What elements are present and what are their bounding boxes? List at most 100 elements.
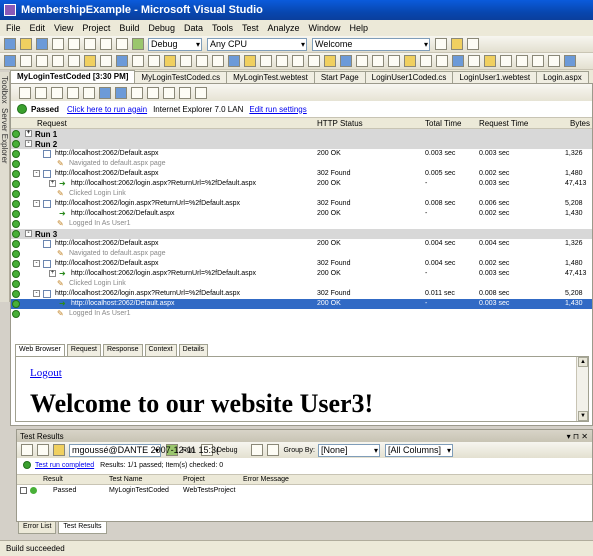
menu-data[interactable]: Data bbox=[184, 23, 203, 33]
doc-tab[interactable]: MyLoginTestCoded.cs bbox=[134, 71, 228, 83]
size-icon[interactable] bbox=[372, 55, 384, 67]
tab-context[interactable]: Context bbox=[144, 344, 177, 356]
request-row[interactable]: ➜ http://localhost:2062/Default.aspx 200 O… bbox=[11, 299, 592, 309]
refresh-icon[interactable] bbox=[179, 86, 191, 99]
run-again-link[interactable]: Click here to run again bbox=[67, 105, 147, 114]
run-row[interactable]: - Run 2 bbox=[11, 139, 592, 149]
collapse-icon[interactable]: - bbox=[33, 200, 40, 207]
stop-icon[interactable] bbox=[267, 444, 280, 456]
save-icon[interactable] bbox=[36, 38, 48, 50]
test-results-tab[interactable]: Test Results bbox=[58, 522, 107, 534]
col-bytes[interactable]: Bytes bbox=[570, 119, 590, 128]
toggle-breakpoint-icon[interactable] bbox=[244, 55, 256, 67]
properties-icon[interactable] bbox=[467, 38, 479, 50]
test-run-completed-link[interactable]: Test run completed bbox=[35, 462, 94, 469]
col-request[interactable]: Request bbox=[37, 119, 67, 128]
config-combo[interactable]: Debug bbox=[148, 37, 202, 51]
import-icon[interactable] bbox=[37, 444, 49, 456]
border-icon[interactable] bbox=[484, 55, 496, 67]
select-icon[interactable] bbox=[532, 55, 544, 67]
watch-icon[interactable] bbox=[324, 55, 336, 67]
toolbox-tab[interactable]: Toolbox bbox=[0, 72, 9, 104]
order-icon[interactable] bbox=[404, 55, 416, 67]
collapse-icon[interactable]: - bbox=[33, 170, 40, 177]
arrow-icon[interactable] bbox=[564, 55, 576, 67]
collapse-icon[interactable]: - bbox=[33, 260, 40, 267]
lock-icon[interactable] bbox=[420, 55, 432, 67]
quick-info-icon[interactable] bbox=[212, 55, 224, 67]
build-icon[interactable] bbox=[4, 55, 16, 67]
tab-response[interactable]: Response bbox=[102, 344, 143, 356]
close-icon[interactable]: ▾ ⊓ ✕ bbox=[567, 432, 588, 441]
request-row[interactable]: + ➜ http://localhost:2062/login.aspx?Retur… bbox=[11, 179, 592, 189]
collapse-icon[interactable]: - bbox=[25, 230, 32, 237]
run-test-icon[interactable] bbox=[19, 86, 31, 99]
test-run-combo[interactable]: mgoussé@DANTE 2007-12-11 15:3( bbox=[69, 443, 219, 457]
menu-tools[interactable]: Tools bbox=[212, 23, 233, 33]
request-row[interactable]: ✎ Logged In As User1 bbox=[11, 219, 592, 229]
layout-icon[interactable] bbox=[340, 55, 352, 67]
grid-icon[interactable] bbox=[468, 55, 480, 67]
col-result[interactable]: Result bbox=[43, 476, 63, 483]
paste-icon[interactable] bbox=[84, 38, 96, 50]
pointer-icon[interactable] bbox=[548, 55, 560, 67]
step-icon[interactable] bbox=[67, 86, 79, 99]
debug-button[interactable]: Debug bbox=[217, 447, 238, 454]
request-row[interactable]: ➜ http://localhost:2062/Default.aspx 200 O… bbox=[11, 209, 592, 219]
menu-test[interactable]: Test bbox=[242, 23, 259, 33]
run-row[interactable]: - Run 3 bbox=[11, 229, 592, 239]
new-project-icon[interactable] bbox=[4, 38, 16, 50]
doc-tab[interactable]: MyLoginTest.webtest bbox=[226, 71, 315, 83]
find-combo[interactable]: Welcome bbox=[312, 37, 430, 51]
run-row[interactable]: + Run 1 bbox=[11, 129, 592, 139]
request-row[interactable]: http://localhost:2062/Default.aspx 200 OK… bbox=[11, 239, 592, 249]
doc-tab[interactable]: Start Page bbox=[313, 71, 366, 83]
step-out-icon[interactable] bbox=[292, 55, 304, 67]
show-details-icon[interactable] bbox=[115, 86, 127, 99]
collapse-icon[interactable]: - bbox=[25, 140, 32, 147]
col-error-message[interactable]: Error Message bbox=[243, 476, 289, 483]
tab-order-icon[interactable] bbox=[516, 55, 528, 67]
menu-debug[interactable]: Debug bbox=[148, 23, 175, 33]
start-debug-icon[interactable] bbox=[132, 38, 144, 50]
menu-project[interactable]: Project bbox=[82, 23, 110, 33]
request-row[interactable]: http://localhost:2062/Default.aspx 200 OK… bbox=[11, 149, 592, 159]
doc-tab[interactable]: LoginUser1.webtest bbox=[452, 71, 538, 83]
menu-window[interactable]: Window bbox=[309, 23, 341, 33]
redo-icon[interactable] bbox=[116, 38, 128, 50]
solution-explorer-icon[interactable] bbox=[451, 38, 463, 50]
show-grid-icon[interactable] bbox=[131, 86, 143, 99]
server-explorer-tab[interactable]: Server Explorer bbox=[0, 104, 9, 164]
request-row[interactable]: ✎ Clicked Login Link bbox=[11, 279, 592, 289]
doc-tab[interactable]: MyLoginTestCoded [3:30 PM] bbox=[10, 70, 136, 83]
menu-view[interactable]: View bbox=[54, 23, 73, 33]
zoom-icon[interactable] bbox=[163, 86, 175, 99]
row-checkbox[interactable] bbox=[20, 487, 27, 494]
browser-scrollbar[interactable]: ▲ ▼ bbox=[576, 357, 588, 421]
spacing-icon[interactable] bbox=[388, 55, 400, 67]
comment-icon[interactable] bbox=[36, 55, 48, 67]
request-row[interactable]: - http://localhost:2062/Default.aspx 302 F… bbox=[11, 259, 592, 269]
prev-bookmark-icon[interactable] bbox=[116, 55, 128, 67]
menu-help[interactable]: Help bbox=[350, 23, 369, 33]
request-row[interactable]: - http://localhost:2062/login.aspx?Return… bbox=[11, 289, 592, 299]
doc-tab[interactable]: Login.aspx bbox=[536, 71, 589, 83]
stop-test-icon[interactable] bbox=[35, 86, 47, 99]
color-icon[interactable] bbox=[500, 55, 512, 67]
tab-web-browser[interactable]: Web Browser bbox=[15, 344, 65, 356]
col-http-status[interactable]: HTTP Status bbox=[317, 119, 363, 128]
expand-icon[interactable]: + bbox=[49, 180, 56, 187]
menu-analyze[interactable]: Analyze bbox=[268, 23, 300, 33]
step-into-icon[interactable] bbox=[260, 55, 272, 67]
request-row[interactable]: ✎ Logged In As User1 bbox=[11, 309, 592, 319]
collapse-icon[interactable]: - bbox=[33, 290, 40, 297]
run-config-icon[interactable] bbox=[53, 444, 65, 456]
edit-icon[interactable] bbox=[83, 86, 95, 99]
open-file-icon[interactable] bbox=[20, 38, 32, 50]
menu-file[interactable]: File bbox=[6, 23, 21, 33]
group-by-combo[interactable]: [None] bbox=[318, 443, 380, 457]
format-icon[interactable] bbox=[164, 55, 176, 67]
request-row[interactable]: ✎ Navigated to default.aspx page bbox=[11, 249, 592, 259]
find-in-files-icon[interactable] bbox=[435, 38, 447, 50]
request-row[interactable]: ✎ Clicked Login Link bbox=[11, 189, 592, 199]
